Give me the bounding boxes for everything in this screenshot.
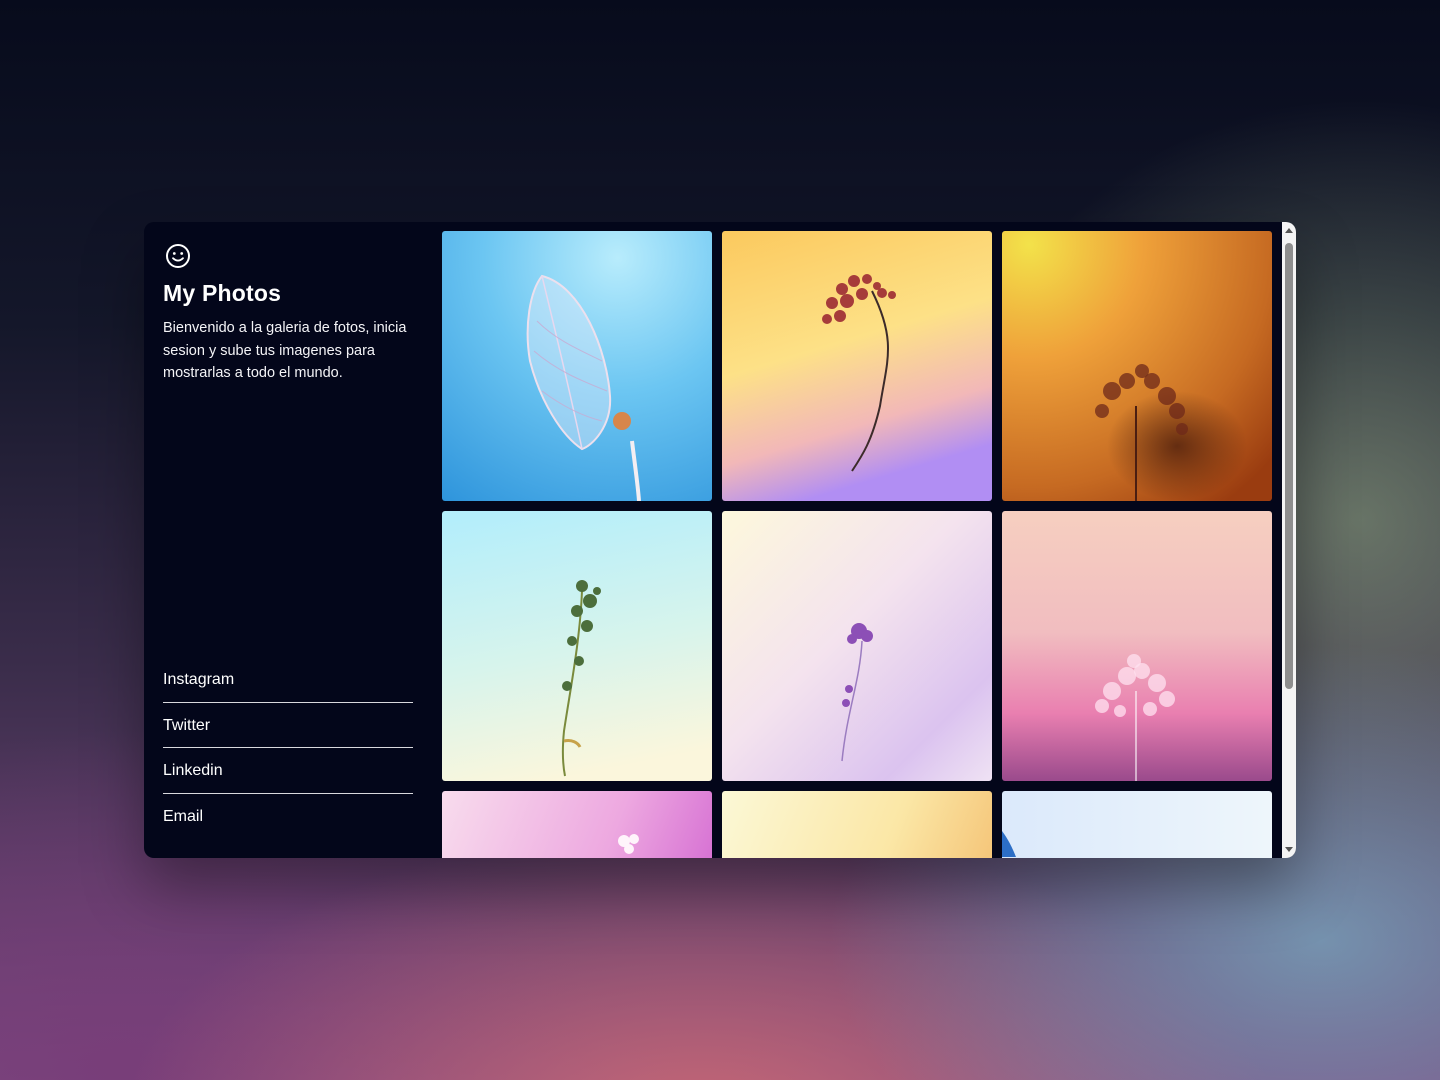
gallery-photo[interactable]: [1002, 231, 1272, 501]
smiley-face-icon[interactable]: [165, 243, 191, 269]
scroll-up-arrow-icon[interactable]: [1285, 228, 1293, 233]
scrollbar-thumb[interactable]: [1285, 243, 1293, 689]
welcome-description: Bienvenido a la galeria de fotos, inicia…: [163, 320, 407, 381]
gallery-photo[interactable]: [1002, 511, 1272, 781]
app-window: My Photos Bienvenido a la galeria de fot…: [144, 222, 1296, 858]
transparent-leaf-image: [442, 231, 712, 501]
gallery-photo[interactable]: [722, 791, 992, 858]
page-title: My Photos: [163, 280, 282, 306]
purple-flower-image: [722, 511, 992, 781]
social-link-instagram[interactable]: Instagram: [163, 657, 413, 703]
red-dried-flower-image: [722, 231, 992, 501]
photo-gallery: [442, 231, 1274, 858]
green-wildflower-image: [442, 511, 712, 781]
social-link-email[interactable]: Email: [163, 794, 413, 840]
gallery-photo[interactable]: [722, 511, 992, 781]
yellow-gradient-image: [722, 791, 992, 858]
gallery-photo[interactable]: [722, 231, 992, 501]
social-link-twitter[interactable]: Twitter: [163, 703, 413, 748]
sidebar: My Photos Bienvenido a la galeria de fot…: [144, 222, 442, 858]
social-link-linkedin[interactable]: Linkedin: [163, 748, 413, 794]
scroll-down-arrow-icon[interactable]: [1285, 847, 1293, 852]
gallery-photo[interactable]: [1002, 791, 1272, 858]
gallery-photo[interactable]: [442, 231, 712, 501]
dark-tree-silhouette-image: [1002, 231, 1272, 501]
pink-fern-leaf-image: [1002, 511, 1272, 781]
gallery-photo[interactable]: [442, 511, 712, 781]
blue-leaf-edge-image: [1002, 791, 1272, 858]
vertical-scrollbar[interactable]: [1282, 222, 1296, 858]
white-blossom-image: [442, 791, 712, 858]
gallery-photo[interactable]: [442, 791, 712, 858]
social-links-list: Instagram Twitter Linkedin Email: [163, 657, 413, 839]
